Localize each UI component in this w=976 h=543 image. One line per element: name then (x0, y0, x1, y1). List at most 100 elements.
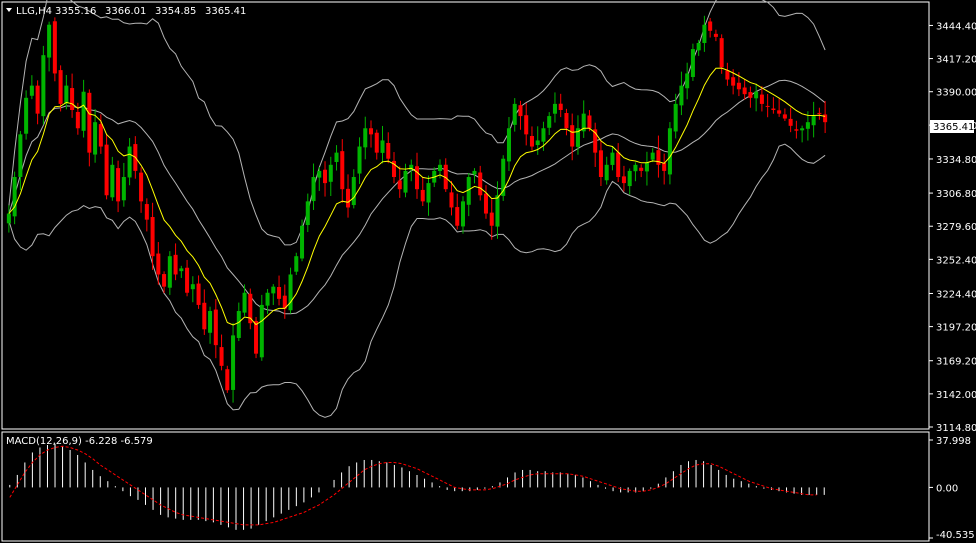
candle-body (98, 124, 103, 147)
candle-body (483, 193, 488, 214)
candle (656, 135, 661, 178)
candle-body (93, 122, 98, 155)
candle (208, 306, 213, 344)
candle-body (87, 92, 92, 153)
candle (202, 289, 207, 335)
candle (426, 175, 431, 216)
candle-body (656, 150, 661, 165)
candle (277, 275, 282, 306)
candle-body (52, 21, 57, 74)
candle (529, 126, 534, 151)
candle (334, 145, 339, 171)
candle (581, 100, 586, 138)
candle-body (817, 112, 822, 114)
candle (81, 79, 86, 138)
candle-body (529, 135, 534, 147)
candle (167, 251, 172, 295)
ohlc-high: 3366.01 (105, 6, 146, 17)
candle-body (564, 113, 569, 129)
candle-body (259, 304, 264, 358)
candle (179, 265, 184, 278)
candle-body (323, 169, 328, 184)
candle (374, 129, 379, 160)
candle (386, 132, 391, 164)
candle-body (121, 177, 126, 201)
candle-body (731, 77, 736, 86)
candle (127, 138, 132, 186)
candle (662, 153, 667, 185)
candle (300, 219, 305, 262)
candle-body (397, 180, 402, 190)
candle (777, 98, 782, 117)
macd-title: MACD(12,26,9) -6.228 -6.579 (6, 436, 153, 447)
candle-body (104, 144, 109, 196)
candle-body (702, 24, 707, 44)
price-tick-label: 3390.00 (936, 88, 976, 99)
ohlc-low: 3354.85 (155, 6, 196, 17)
price-tick-label: 3252.40 (936, 255, 976, 266)
candle (87, 89, 92, 167)
candle (593, 122, 598, 167)
candle-body (633, 164, 638, 172)
candle-body (547, 116, 552, 128)
candles[interactable] (6, 15, 828, 403)
candle (12, 171, 17, 225)
candle-body (150, 217, 155, 257)
candle-body (12, 177, 17, 217)
current-price-label: 3365.41 (933, 122, 974, 133)
ohlc-open: 3355.16 (55, 6, 96, 17)
candle-body (587, 115, 592, 129)
candle (58, 65, 63, 112)
candle-body (535, 140, 540, 146)
candle-body (369, 128, 374, 135)
macd-tick-label: 0.00 (936, 483, 958, 494)
candle (512, 98, 517, 132)
candle-body (679, 85, 684, 106)
candle-body (340, 151, 345, 190)
candle-body (363, 128, 368, 148)
candle (708, 17, 713, 38)
candle-body (414, 166, 420, 190)
candle (524, 103, 529, 146)
candle-body (24, 97, 29, 134)
candle-body (759, 94, 764, 104)
candle-body (506, 128, 511, 162)
candle (116, 160, 121, 213)
candle-body (167, 256, 172, 288)
candle (219, 334, 224, 371)
candle-body (6, 213, 11, 224)
candle-body (748, 92, 753, 98)
candle (380, 125, 385, 164)
candle (466, 173, 471, 217)
candle (558, 93, 563, 118)
candle-body (386, 142, 391, 159)
candle-body (794, 129, 799, 131)
candle (294, 252, 299, 275)
candle-body (598, 150, 603, 178)
chart-menu-triangle-icon[interactable] (6, 8, 12, 12)
candle-body (639, 167, 644, 171)
candle (811, 101, 816, 138)
candle-body (41, 55, 46, 117)
candle (271, 284, 276, 306)
candle-body (788, 118, 793, 126)
candle (754, 83, 759, 112)
candle-body (116, 168, 121, 202)
candle-body (610, 152, 615, 165)
candle (305, 193, 310, 233)
candle (633, 162, 638, 182)
price-tick-label: 3334.80 (936, 155, 976, 166)
candle (639, 164, 644, 178)
candle (259, 294, 264, 361)
candle-body (231, 335, 236, 390)
candle-body (736, 82, 741, 90)
price-axis: 3444.403417.203390.003362.603334.803306.… (929, 21, 976, 434)
candle-body (673, 103, 678, 132)
candle (35, 80, 40, 125)
candle (621, 165, 626, 192)
candle (328, 156, 333, 197)
price-tick-label: 3444.40 (936, 21, 976, 32)
candle-body (208, 311, 213, 333)
candle-body (742, 87, 747, 95)
candle-body (173, 254, 178, 275)
